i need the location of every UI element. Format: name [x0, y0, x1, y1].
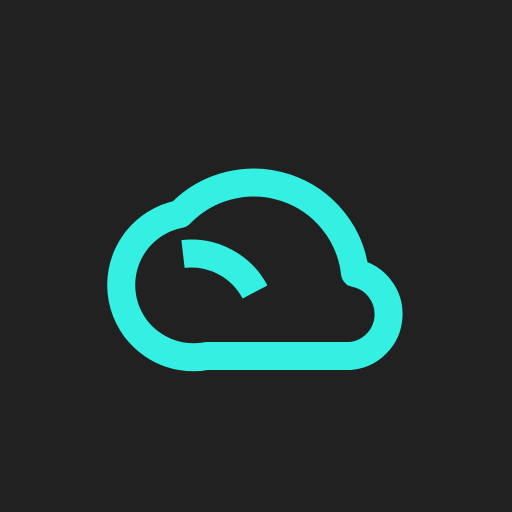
cloud-right-joint: [345, 263, 368, 286]
app-icon-canvas: [0, 0, 512, 512]
cloud-icon: [107, 168, 403, 372]
cloud-inner-curve: [181, 239, 268, 300]
